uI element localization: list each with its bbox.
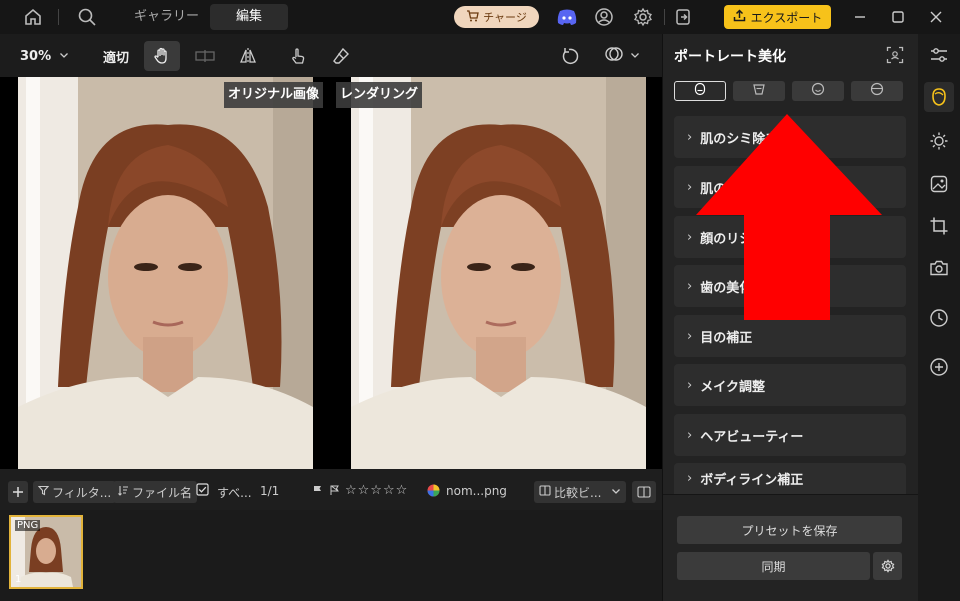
chevron-right-icon: › [687,328,693,344]
fit-button[interactable]: 適切 [103,41,129,71]
filter-bar: フィルタ... ファイル名 すべ... 1/1 ☆☆☆☆☆ nom...png … [0,478,662,506]
sort-label: ファイル名 [132,485,193,500]
export-icon [733,9,746,25]
subtab-body[interactable] [733,81,785,101]
smile-icon [811,82,825,100]
flip-icon[interactable] [235,41,261,71]
sync-button[interactable]: 同期 [677,552,870,580]
face-icon [693,82,707,100]
discord-icon[interactable] [555,5,579,29]
zoom-select[interactable]: 30% [20,41,69,71]
subtab-smile[interactable] [792,81,844,101]
tab-gallery[interactable]: ギャラリー [108,4,225,30]
chevron-right-icon: › [687,427,693,443]
overlap-circles-icon [604,44,624,68]
crop-icon[interactable] [924,211,954,241]
filter-button[interactable]: フィルタ... [33,481,117,503]
funnel-icon [37,485,50,499]
edit-toolbar: 30% 適切 [0,34,662,77]
export-label: エクスポート [750,10,823,25]
maximize-icon[interactable] [886,5,910,29]
section-hair[interactable]: › ヘアビューティー [674,414,906,456]
section-label: メイク調整 [700,379,765,395]
minimize-icon[interactable] [848,5,872,29]
select-all-checkbox[interactable] [196,483,209,499]
divider [664,9,665,25]
annotation-arrow [696,114,882,320]
file-name: nom...png [446,484,507,498]
section-body-line[interactable]: › ボディライン補正 [674,463,906,494]
history-clock-icon[interactable] [924,303,954,333]
image-enhance-icon[interactable] [924,169,954,199]
chevron-down-icon [611,485,621,499]
sign-in-icon[interactable] [671,5,695,29]
sort-icon [118,485,129,499]
original-image-label: オリジナル画像 [224,82,324,108]
light-sun-icon[interactable] [924,126,954,156]
image-canvas[interactable] [0,77,662,469]
filter-label: フィルタ... [52,485,112,500]
thumbnail-strip: PNG 1 [0,510,662,601]
thumbnail-item[interactable]: PNG 1 [9,515,83,589]
flag-icon[interactable] [312,485,323,499]
section-makeup[interactable]: › メイク調整 [674,364,906,406]
section-label: ボディライン補正 [700,473,804,488]
add-icon[interactable] [8,481,28,503]
eraser-icon[interactable] [328,41,354,71]
thumbnail-index: 1 [15,574,22,585]
rendered-image [351,77,646,469]
undo-icon[interactable] [557,41,583,71]
panel-title: ポートレート美化 [674,49,786,65]
compare-view-label: 比較ビ... [554,485,602,500]
item-count: 1/1 [260,484,280,498]
star-rating[interactable]: ☆☆☆☆☆ [345,483,408,498]
face-scan-icon[interactable] [886,46,904,64]
divider [58,9,59,25]
hand-tool-icon[interactable] [144,41,180,71]
adjust-sliders-icon[interactable] [924,40,954,70]
tab-edit[interactable]: 編集 [210,4,289,30]
compare-view-select[interactable]: 比較ビ... [534,481,626,503]
close-icon[interactable] [924,5,948,29]
account-icon[interactable] [592,5,616,29]
home-icon[interactable] [21,5,45,29]
section-label: ヘアビューティー [700,429,804,445]
chevron-down-icon [59,49,69,64]
format-badge: PNG [15,520,41,531]
select-all-label: すべ... [217,486,252,500]
reject-flag-icon[interactable] [329,485,340,499]
mask-icon [870,82,884,100]
section-label: 目の補正 [700,330,753,346]
sync-settings-icon[interactable] [873,552,902,580]
title-bar: ギャラリー 編集 チャージ エクスポート [0,0,960,34]
charge-button[interactable]: チャージ [454,6,539,28]
chevron-down-icon [630,49,640,64]
add-circle-icon[interactable] [924,352,954,382]
touch-tool-icon[interactable] [285,41,311,71]
compare-view-icon [539,485,551,499]
camera-icon[interactable] [924,253,954,283]
search-icon[interactable] [75,5,99,29]
subtab-face[interactable] [674,81,726,101]
rendered-image-label: レンダリング [336,82,423,108]
portrait-face-icon[interactable] [924,82,954,112]
panel-toggle-icon[interactable] [632,481,656,503]
original-image [18,77,313,469]
chevron-right-icon: › [687,471,693,486]
compare-toggle[interactable] [600,41,644,71]
split-view-icon[interactable] [192,41,218,71]
panel-footer: プリセットを保存 同期 [663,494,918,601]
cart-icon [466,9,479,25]
body-icon [752,82,766,100]
subtab-mask[interactable] [851,81,903,101]
color-label-icon[interactable] [427,484,440,500]
charge-label: チャージ [483,11,527,24]
save-preset-button[interactable]: プリセットを保存 [677,516,902,544]
settings-gear-icon[interactable] [631,5,655,29]
chevron-right-icon: › [687,377,693,393]
sort-button[interactable]: ファイル名 [113,481,198,503]
zoom-value: 30% [20,48,52,64]
export-button[interactable]: エクスポート [724,5,831,29]
